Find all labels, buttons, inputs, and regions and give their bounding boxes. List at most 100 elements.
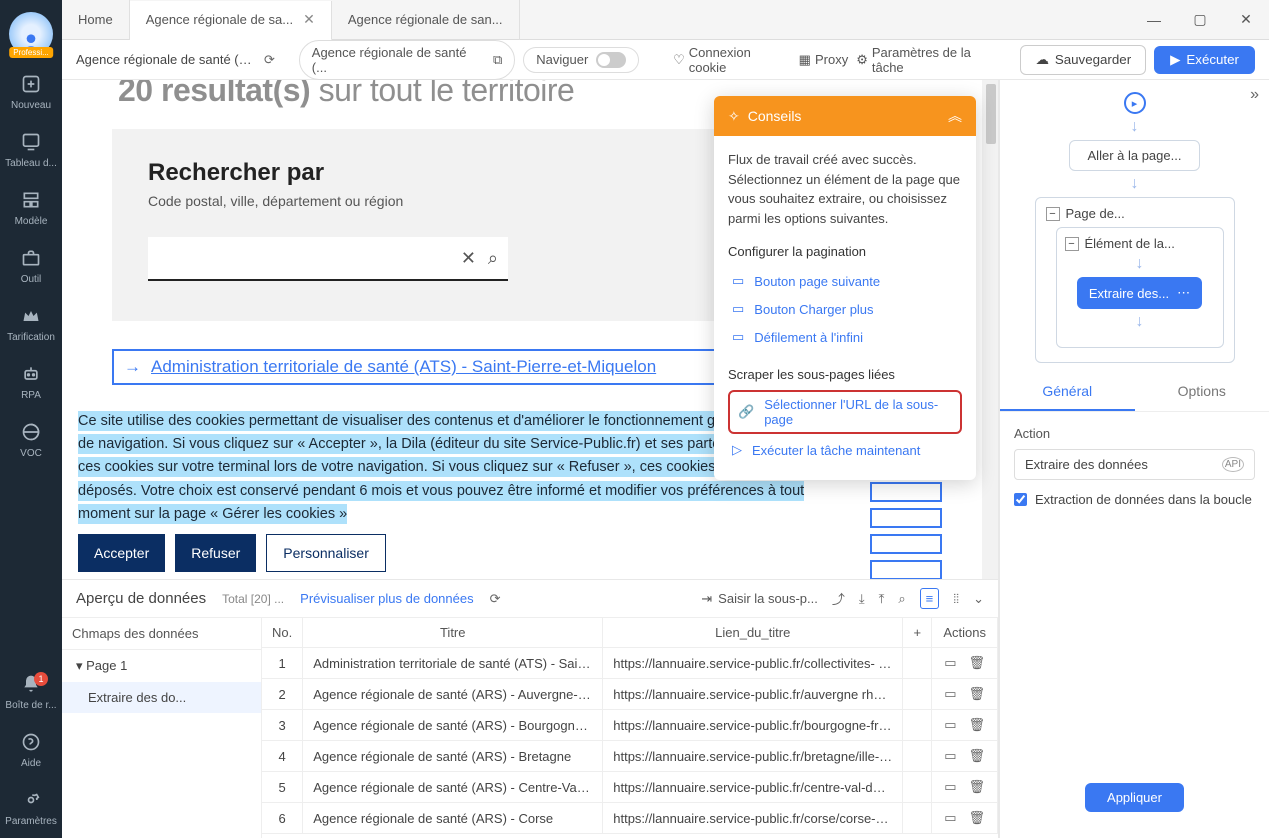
tips-link-infinite[interactable]: ▭Défilement à l'infini: [728, 323, 962, 351]
tab-secondary[interactable]: Agence régionale de san...: [332, 0, 520, 40]
sidebar-item-help[interactable]: Aide: [0, 722, 62, 780]
search-icon[interactable]: ⌕: [488, 248, 498, 269]
sidebar-item-settings[interactable]: Paramètres: [0, 780, 62, 838]
collapse-panel-icon[interactable]: ⌄: [973, 591, 984, 607]
app-logo[interactable]: Professi...: [9, 12, 53, 56]
apply-button[interactable]: Appliquer: [1085, 783, 1184, 812]
selected-item[interactable]: [870, 560, 942, 580]
selected-item[interactable]: [870, 508, 942, 528]
more-icon[interactable]: ⋯: [1177, 285, 1190, 301]
edit-icon[interactable]: ▭: [944, 779, 956, 795]
delete-icon[interactable]: 🗑: [969, 810, 986, 826]
cookie-login-link[interactable]: ♡Connexion cookie: [673, 45, 791, 75]
flow-goto-page[interactable]: Aller à la page...: [1069, 140, 1201, 171]
run-button[interactable]: ▶Exécuter: [1154, 46, 1255, 74]
proxy-link[interactable]: ▦Proxy: [799, 52, 849, 68]
save-button[interactable]: ☁Sauvegarder: [1020, 45, 1146, 75]
sidebar-item-template[interactable]: Modèle: [0, 180, 62, 238]
loop-extraction-checkbox[interactable]: Extraction de données dans la boucle: [1014, 492, 1255, 507]
action-input[interactable]: Extraire des données API: [1014, 449, 1255, 480]
minimize-button[interactable]: —: [1131, 0, 1177, 40]
tab-home[interactable]: Home: [62, 0, 130, 40]
collapse-icon[interactable]: ︽: [948, 106, 962, 126]
flow-start-node[interactable]: ▸: [1124, 92, 1146, 114]
collapse-workflow-icon[interactable]: »: [1250, 86, 1259, 104]
filter-icon[interactable]: ⌕: [898, 591, 905, 607]
collapse-icon[interactable]: −: [1046, 207, 1060, 221]
navigate-toggle[interactable]: Naviguer: [523, 47, 639, 73]
add-column-button[interactable]: +: [903, 618, 932, 648]
upload-icon[interactable]: ⤒: [879, 591, 885, 607]
cell-actions: ▭🗑: [932, 803, 998, 834]
delete-icon[interactable]: 🗑: [969, 655, 986, 671]
edit-icon[interactable]: ▭: [944, 810, 956, 826]
cookie-refuse-button[interactable]: Refuser: [175, 534, 256, 572]
cookie-accept-button[interactable]: Accepter: [78, 534, 165, 572]
table-row[interactable]: 4Agence régionale de santé (ARS) - Breta…: [262, 741, 998, 772]
sidebar-item-rpa[interactable]: RPA: [0, 354, 62, 412]
selected-item[interactable]: [870, 534, 942, 554]
dp-preview-more[interactable]: Prévisualiser plus de données: [300, 591, 473, 606]
edit-icon[interactable]: ▭: [944, 655, 956, 671]
sidebar-item-voc[interactable]: VOC: [0, 412, 62, 470]
sidebar-item-pricing[interactable]: Tarification: [0, 296, 62, 354]
edit-icon[interactable]: ▭: [944, 748, 956, 764]
tab-active[interactable]: Agence régionale de sa... ✕: [130, 1, 332, 41]
delete-icon[interactable]: 🗑: [969, 748, 986, 764]
download-icon[interactable]: ⤓: [859, 591, 865, 607]
search-input[interactable]: ✕ ⌕: [148, 237, 508, 281]
close-window-button[interactable]: ✕: [1223, 0, 1269, 40]
play-icon: ▶: [1170, 52, 1180, 68]
subpage-input[interactable]: ⇥Saisir la sous-p...: [701, 591, 818, 607]
tips-header[interactable]: ✧ Conseils ︽: [714, 96, 976, 136]
grid-view-icon[interactable]: ⦙⦙: [953, 591, 959, 607]
table-row[interactable]: 6Agence régionale de santé (ARS) - Corse…: [262, 803, 998, 834]
table-row[interactable]: 3Agence régionale de santé (ARS) - Bourg…: [262, 710, 998, 741]
cookie-customize-button[interactable]: Personnaliser: [266, 534, 386, 572]
copy-icon[interactable]: ⧉: [493, 52, 502, 68]
dp-extract-node[interactable]: Extraire des do...: [62, 682, 261, 713]
tab-options[interactable]: Options: [1135, 373, 1269, 411]
edit-icon[interactable]: ▭: [944, 686, 956, 702]
table-row[interactable]: 1Administration territoriale de santé (A…: [262, 648, 998, 679]
checkbox-input[interactable]: [1014, 493, 1027, 506]
refresh-icon[interactable]: ⟳: [264, 52, 275, 68]
delete-icon[interactable]: 🗑: [969, 717, 986, 733]
flow-extract-node[interactable]: Extraire des...⋯: [1077, 277, 1202, 309]
collapse-icon[interactable]: −: [1065, 237, 1079, 251]
sidebar-item-inbox[interactable]: 1 Boîte de r...: [0, 664, 62, 722]
flow-loop-page[interactable]: −Page de... −Élément de la... ↓ Extraire…: [1035, 197, 1235, 363]
refresh-icon[interactable]: ⟳: [490, 591, 501, 607]
table-row[interactable]: 5Agence régionale de santé (ARS) - Centr…: [262, 772, 998, 803]
cell-title: Agence régionale de santé (ARS) - Bourgo…: [303, 710, 603, 741]
toolbar: Agence régionale de santé (A... ⟳ Agence…: [62, 40, 1269, 80]
crown-icon: [21, 308, 41, 328]
delete-icon[interactable]: 🗑: [969, 779, 986, 795]
tab-general[interactable]: Général: [1000, 373, 1135, 411]
toggle-switch[interactable]: [596, 52, 626, 68]
tips-link-run-now[interactable]: ▷Exécuter la tâche maintenant: [728, 436, 962, 464]
cell-no: 6: [262, 803, 303, 834]
tips-link-subpage-url[interactable]: 🔗Sélectionner l'URL de la sous-page: [728, 390, 962, 434]
export-icon[interactable]: ⤴: [832, 589, 845, 608]
col-title[interactable]: Titre: [303, 618, 603, 648]
cell-actions: ▭🗑: [932, 648, 998, 679]
dp-page-node[interactable]: ▾ Page 1: [62, 650, 261, 682]
lightbulb-icon: ✧: [728, 108, 740, 125]
list-view-icon[interactable]: ≡: [920, 588, 940, 609]
delete-icon[interactable]: 🗑: [969, 686, 986, 702]
url-input[interactable]: Agence régionale de santé (... ⧉: [299, 40, 515, 80]
sidebar-item-tool[interactable]: Outil: [0, 238, 62, 296]
col-link[interactable]: Lien_du_titre: [603, 618, 903, 648]
maximize-button[interactable]: ▢: [1177, 0, 1223, 40]
edit-icon[interactable]: ▭: [944, 717, 956, 733]
close-icon[interactable]: ✕: [303, 11, 315, 28]
sidebar-item-dashboard[interactable]: Tableau d...: [0, 122, 62, 180]
table-row[interactable]: 2Agence régionale de santé (ARS) - Auver…: [262, 679, 998, 710]
tips-link-load-more[interactable]: ▭Bouton Charger plus: [728, 295, 962, 323]
selected-item[interactable]: [870, 482, 942, 502]
clear-icon[interactable]: ✕: [461, 248, 476, 269]
task-settings-link[interactable]: ⚙Paramètres de la tâche: [856, 45, 1004, 75]
sidebar-item-new[interactable]: Nouveau: [0, 64, 62, 122]
tips-link-next-page[interactable]: ▭Bouton page suivante: [728, 267, 962, 295]
